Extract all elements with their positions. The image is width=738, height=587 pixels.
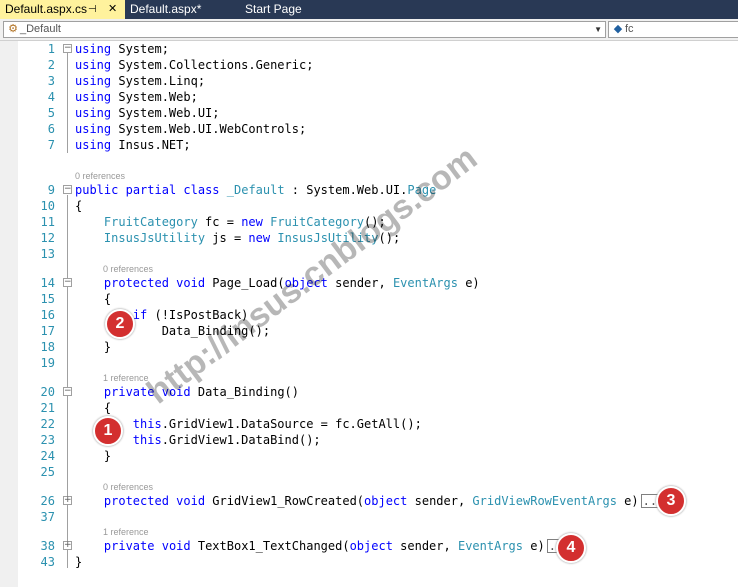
class-icon: ⚙ (8, 23, 18, 35)
line-code[interactable]: using System.Collections.Generic; (75, 57, 313, 73)
line-number: 3 (47, 74, 55, 88)
line-code[interactable]: using System.Web.UI; (75, 105, 220, 121)
code-line: 4 using System.Web; (0, 89, 738, 105)
annotation-badge-2: 2 (105, 309, 135, 339)
line-number: 21 (40, 401, 55, 415)
code-line: 25 (0, 464, 738, 480)
close-icon[interactable]: ✕ (108, 0, 117, 19)
tab-start-page[interactable]: Start Page (240, 0, 340, 19)
code-line: 5 using System.Web.UI; (0, 105, 738, 121)
line-number: 11 (40, 215, 55, 229)
codelens-references[interactable]: 0 references (103, 263, 153, 275)
chevron-down-icon[interactable]: ▼ (594, 22, 602, 37)
code-editor[interactable]: − − − − + + 1 using System; 2 using Syst… (0, 41, 738, 587)
code-line: 21 { (0, 400, 738, 416)
pin-icon[interactable]: ⊣ (88, 0, 97, 19)
codelens-references[interactable]: 0 references (103, 481, 153, 493)
line-number: 16 (40, 308, 55, 322)
line-number: 4 (47, 90, 55, 104)
code-line: 24 } (0, 448, 738, 464)
code-line: 26 protected void GridView1_RowCreated(o… (0, 493, 738, 509)
line-number: 10 (40, 199, 55, 213)
code-line: 9 public partial class _Default : System… (0, 182, 738, 198)
line-code[interactable]: using System.Linq; (75, 73, 205, 89)
class-dropdown-value: _Default (20, 23, 61, 35)
code-line: 2 using System.Collections.Generic; (0, 57, 738, 73)
line-code[interactable]: using Insus.NET; (75, 137, 191, 153)
line-number: 15 (40, 292, 55, 306)
codelens-references[interactable]: 1 reference (103, 526, 149, 538)
code-line: 7 using Insus.NET; (0, 137, 738, 153)
tab-default-aspx[interactable]: Default.aspx* (125, 0, 225, 19)
annotation-badge-4: 4 (556, 533, 586, 563)
line-code[interactable]: } (75, 339, 111, 355)
line-number: 9 (47, 183, 55, 197)
line-number: 5 (47, 106, 55, 120)
code-line: 15 { (0, 291, 738, 307)
line-number: 26 (40, 494, 55, 508)
document-tab-strip: Default.aspx.cs ⊣ ✕ Default.aspx* Start … (0, 0, 738, 19)
line-number: 37 (40, 510, 55, 524)
code-line: 18 } (0, 339, 738, 355)
line-code[interactable]: } (75, 448, 111, 464)
line-number: 6 (47, 122, 55, 136)
line-number: 12 (40, 231, 55, 245)
line-number: 13 (40, 247, 55, 261)
code-line: 14 protected void Page_Load(object sende… (0, 275, 738, 291)
field-icon: ◆ (613, 23, 623, 35)
line-code[interactable]: public partial class _Default : System.W… (75, 182, 436, 198)
code-line: 6 using System.Web.UI.WebControls; (0, 121, 738, 137)
line-number: 43 (40, 555, 55, 569)
line-code[interactable]: { (75, 400, 111, 416)
member-dropdown[interactable]: ◆ fc (608, 21, 738, 38)
tab-label: Start Page (245, 2, 302, 16)
line-number: 18 (40, 340, 55, 354)
code-line: 37 (0, 509, 738, 525)
line-number: 38 (40, 539, 55, 553)
code-line: 38 private void TextBox1_TextChanged(obj… (0, 538, 738, 554)
line-number: 24 (40, 449, 55, 463)
code-line: 1 using System; (0, 41, 738, 57)
code-line: 19 (0, 355, 738, 371)
line-number: 17 (40, 324, 55, 338)
tab-label: Default.aspx.cs (5, 2, 88, 16)
line-code[interactable]: this.GridView1.DataSource = fc.GetAll(); (75, 416, 422, 432)
tab-label: Default.aspx* (130, 2, 202, 16)
line-number: 2 (47, 58, 55, 72)
line-number: 14 (40, 276, 55, 290)
line-number: 25 (40, 465, 55, 479)
annotation-badge-1: 1 (93, 416, 123, 446)
line-code[interactable]: { (75, 291, 111, 307)
line-code[interactable]: using System; (75, 41, 169, 57)
line-number: 1 (47, 42, 55, 56)
tab-default-aspx-cs[interactable]: Default.aspx.cs ⊣ ✕ (0, 0, 125, 19)
line-code[interactable]: private void TextBox1_TextChanged(object… (75, 538, 573, 554)
line-code[interactable]: FruitCategory fc = new FruitCategory(); (75, 214, 386, 230)
line-code[interactable]: } (75, 554, 82, 570)
line-number: 23 (40, 433, 55, 447)
line-code[interactable]: protected void GridView1_RowCreated(obje… (75, 493, 667, 509)
member-dropdown-value: fc (625, 23, 634, 35)
code-line: 43 } (0, 554, 738, 570)
line-number: 20 (40, 385, 55, 399)
line-number: 7 (47, 138, 55, 152)
codelens-references[interactable]: 0 references (75, 170, 125, 182)
code-line: 20 private void Data_Binding() (0, 384, 738, 400)
line-code[interactable]: using System.Web; (75, 89, 198, 105)
line-code[interactable]: { (75, 198, 82, 214)
line-number: 22 (40, 417, 55, 431)
line-number: 19 (40, 356, 55, 370)
navigation-bar: ⚙ _Default ▼ ◆ fc (0, 19, 738, 41)
annotation-badge-3: 3 (656, 486, 686, 516)
class-dropdown[interactable]: ⚙ _Default ▼ (3, 21, 606, 38)
line-code[interactable]: using System.Web.UI.WebControls; (75, 121, 306, 137)
code-line: 3 using System.Linq; (0, 73, 738, 89)
